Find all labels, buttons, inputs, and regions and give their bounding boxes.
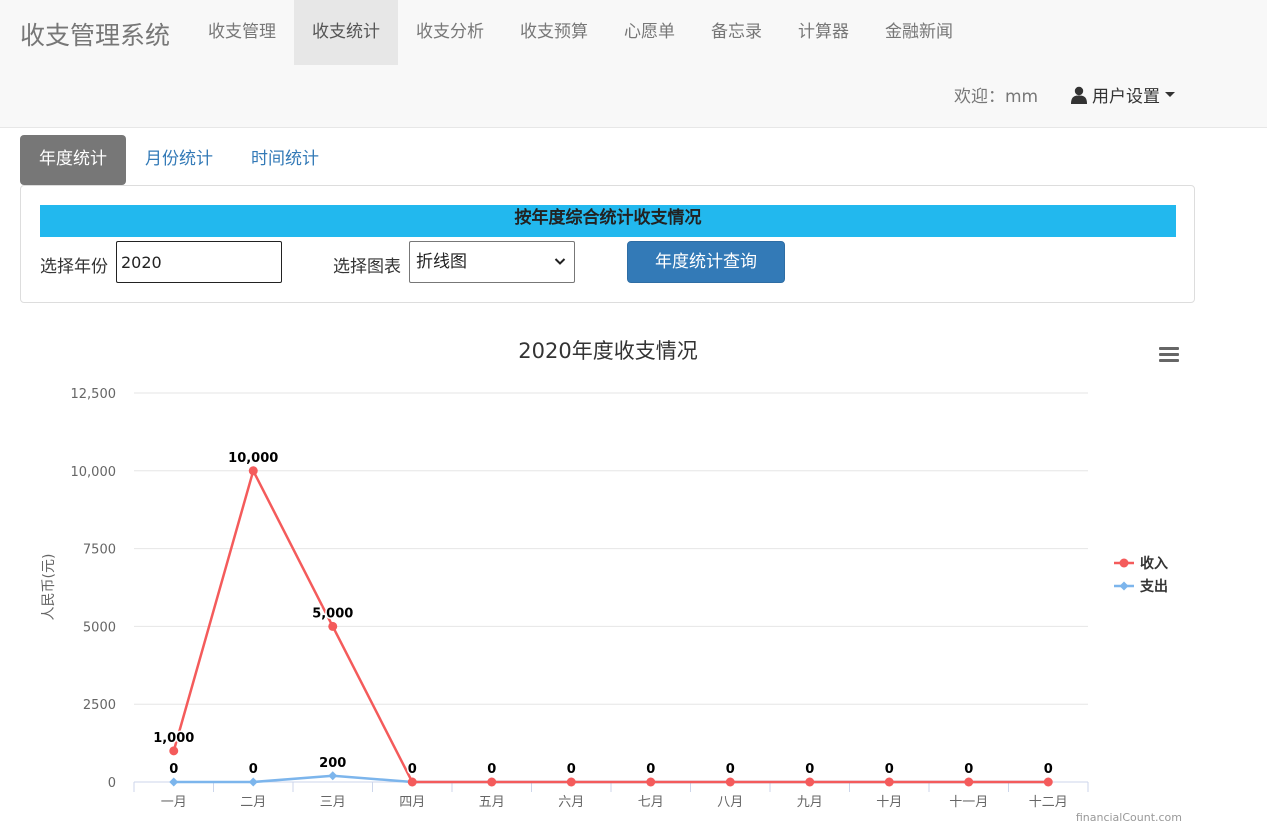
nav-item-income-statistics[interactable]: 收支统计 [294, 0, 398, 65]
x-tick-label: 四月 [399, 795, 425, 810]
y-tick-label: 5000 [83, 620, 116, 635]
data-label-expense: 200 [319, 756, 346, 771]
data-label-income: 5,000 [312, 606, 353, 621]
tab-yearly[interactable]: 年度统计 [20, 135, 126, 185]
x-tick-label: 一月 [161, 795, 187, 810]
user-settings-label: 用户设置 [1092, 87, 1160, 107]
data-point-income[interactable] [646, 777, 656, 787]
data-point-income[interactable] [964, 777, 974, 787]
data-label-expense: 0 [169, 762, 178, 777]
x-tick-label: 六月 [558, 795, 584, 810]
data-label-income: 1,000 [153, 731, 194, 746]
user-settings-dropdown[interactable]: 用户设置 [1070, 82, 1175, 107]
data-point-income[interactable] [169, 746, 179, 756]
chart-type-select[interactable]: 折线图 [409, 241, 575, 283]
caret-down-icon [1165, 92, 1175, 97]
data-label: 0 [885, 762, 894, 777]
year-input[interactable] [116, 241, 282, 283]
data-label: 0 [964, 762, 973, 777]
data-label: 0 [1044, 762, 1053, 777]
data-label: 0 [646, 762, 655, 777]
tab-monthly[interactable]: 月份统计 [126, 135, 232, 185]
data-label-expense: 0 [249, 762, 258, 777]
chart-credits[interactable]: financialCount.com [1076, 811, 1182, 824]
data-point-income[interactable] [1043, 777, 1053, 787]
legend-item-label[interactable]: 收入 [1140, 555, 1168, 572]
x-tick-label: 八月 [717, 795, 743, 810]
chart-type-label: 选择图表 [333, 257, 401, 277]
tab-time[interactable]: 时间统计 [232, 135, 338, 185]
data-point-income[interactable] [805, 777, 815, 787]
stat-tabs: 年度统计 月份统计 时间统计 [20, 135, 338, 185]
top-navbar: 收支管理系统 收支管理 收支统计 收支分析 收支预算 心愿单 备忘录 计算器 金… [0, 0, 1267, 128]
nav-item-calculator[interactable]: 计算器 [780, 0, 867, 65]
data-point-income[interactable] [884, 777, 894, 787]
panel-title: 按年度综合统计收支情况 [40, 205, 1176, 237]
legend-marker-expense[interactable] [1119, 581, 1129, 591]
welcome-text: 欢迎：mm [954, 87, 1039, 107]
y-tick-label: 7500 [83, 543, 116, 558]
data-point-income[interactable] [407, 777, 417, 787]
data-point-expense[interactable] [169, 777, 179, 787]
main-nav: 收支管理 收支统计 收支分析 收支预算 心愿单 备忘录 计算器 金融新闻 [190, 0, 971, 65]
nav-item-memo[interactable]: 备忘录 [693, 0, 780, 65]
year-label: 选择年份 [40, 257, 108, 277]
x-tick-label: 十二月 [1029, 795, 1068, 810]
line-chart-svg: 2020年度收支情况 人民币(元) 0 2500 5000 7500 10,000 12,… [41, 339, 1182, 824]
chart-type-value: 折线图 [416, 252, 467, 272]
yearly-chart: 2020年度收支情况 人民币(元) 0 2500 5000 7500 10,000 12,… [0, 320, 1267, 830]
query-panel: 按年度综合统计收支情况 选择年份 选择图表 折线图 年度统计查询 [20, 185, 1195, 303]
chart-title: 2020年度收支情况 [518, 339, 697, 363]
x-tick-label: 十月 [876, 795, 902, 810]
data-label: 0 [726, 762, 735, 777]
x-tick-label: 十一月 [949, 795, 988, 810]
x-tick-label: 七月 [638, 795, 664, 810]
user-icon [1071, 86, 1087, 104]
nav-item-wishlist[interactable]: 心愿单 [606, 0, 693, 65]
data-point-income[interactable] [487, 777, 497, 787]
data-point-income[interactable] [566, 777, 576, 787]
x-tick-label: 五月 [479, 795, 505, 810]
legend-marker-income[interactable] [1119, 558, 1129, 568]
data-label: 0 [567, 762, 576, 777]
data-point-income[interactable] [248, 466, 258, 476]
data-label: 0 [805, 762, 814, 777]
hamburger-icon[interactable] [1159, 347, 1179, 362]
brand-title[interactable]: 收支管理系统 [20, 16, 170, 52]
data-label-income: 10,000 [228, 451, 278, 466]
x-tick-label: 三月 [320, 795, 346, 810]
yearly-query-button[interactable]: 年度统计查询 [627, 241, 785, 283]
y-tick-label: 12,500 [71, 387, 117, 402]
y-tick-label: 2500 [83, 698, 116, 713]
nav-item-income-analysis[interactable]: 收支分析 [398, 0, 502, 65]
data-point-income[interactable] [328, 621, 338, 631]
data-point-income[interactable] [725, 777, 735, 787]
data-point-expense[interactable] [328, 771, 338, 781]
nav-item-budget[interactable]: 收支预算 [502, 0, 606, 65]
y-axis-title: 人民币(元) [41, 554, 57, 621]
nav-item-finance-news[interactable]: 金融新闻 [867, 0, 971, 65]
y-tick-label: 10,000 [71, 465, 117, 480]
data-label: 0 [408, 762, 417, 777]
chevron-down-icon [554, 258, 566, 265]
nav-item-income-management[interactable]: 收支管理 [190, 0, 294, 65]
y-tick-label: 0 [108, 776, 116, 791]
legend-item-label[interactable]: 支出 [1139, 578, 1168, 595]
data-label: 0 [487, 762, 496, 777]
x-tick-label: 二月 [240, 795, 266, 810]
x-tick-label: 九月 [797, 795, 823, 810]
data-point-expense[interactable] [248, 777, 258, 787]
